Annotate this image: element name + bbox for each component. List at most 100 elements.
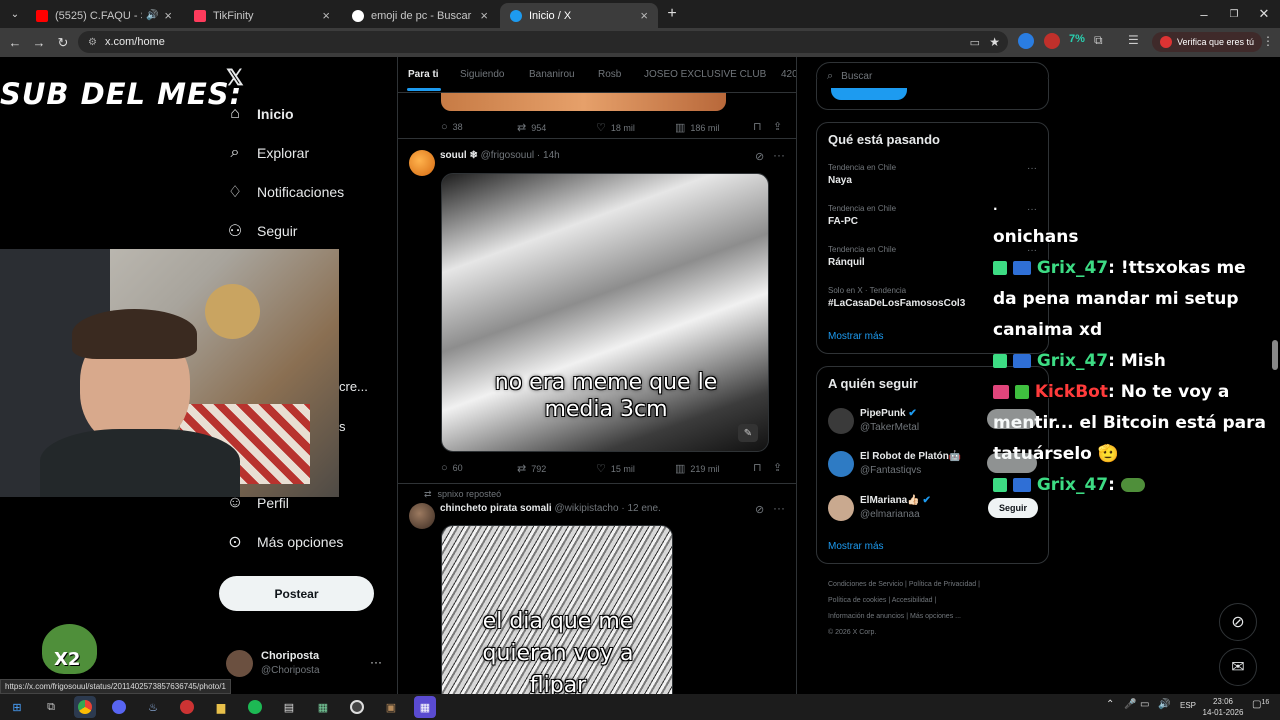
- grok-float-icon[interactable]: ⊘: [1219, 603, 1257, 641]
- forward-icon[interactable]: →: [27, 31, 51, 55]
- trend-more-icon[interactable]: ···: [1027, 163, 1037, 174]
- repost-action[interactable]: ⇄ 792: [517, 462, 546, 475]
- tweet-avatar[interactable]: [409, 503, 435, 529]
- browser-tab-x[interactable]: Inicio / X ×: [500, 3, 658, 28]
- tab-joseo-exclusive-club[interactable]: JOSEO EXCLUSIVE CLUB: [644, 69, 766, 80]
- discord-taskbar-icon[interactable]: [108, 696, 130, 718]
- spotify-taskbar-icon[interactable]: [244, 696, 266, 718]
- like-action[interactable]: ♡ 15 mil: [596, 462, 635, 475]
- repost-note[interactable]: ⇄ spnixo reposteó: [424, 489, 501, 500]
- tweet-time[interactable]: 12 ene.: [627, 503, 660, 514]
- grok-icon[interactable]: ⊘: [755, 503, 764, 516]
- extension-icon[interactable]: [1044, 33, 1060, 49]
- nav-item-seguir[interactable]: ⚇ Seguir: [226, 222, 298, 240]
- account-menu-icon[interactable]: ···: [370, 655, 382, 669]
- follow-avatar[interactable]: [828, 451, 854, 477]
- show-more-link[interactable]: Mostrar más: [828, 541, 884, 552]
- app-taskbar-icon[interactable]: [176, 696, 198, 718]
- tray-chevron-icon[interactable]: ⌃: [1106, 699, 1114, 710]
- views-action[interactable]: ▥ 219 mil: [675, 462, 719, 475]
- extension-icon[interactable]: [1018, 33, 1034, 49]
- repost-action[interactable]: ⇄ 954: [517, 121, 546, 134]
- close-icon[interactable]: ×: [164, 8, 172, 23]
- obs-taskbar-icon[interactable]: [346, 696, 368, 718]
- clock[interactable]: 23:06 14-01-2026: [1202, 696, 1244, 718]
- browser-tab-tikfinity[interactable]: TikFinity ×: [184, 3, 340, 28]
- bookmark-action[interactable]: ⊓: [753, 461, 767, 474]
- follow-name-row[interactable]: ElMariana👍🏻 ✔: [860, 495, 931, 506]
- task-view-icon[interactable]: ⧉: [40, 696, 62, 718]
- extension-icon[interactable]: 7%: [1069, 33, 1085, 45]
- app-taskbar-icon[interactable]: ▦: [312, 696, 334, 718]
- network-icon[interactable]: ▭: [1140, 699, 1149, 710]
- nav-item-mas-opciones[interactable]: ⊙ Más opciones: [226, 533, 343, 551]
- tab-bananirou[interactable]: Bananirou: [529, 69, 575, 80]
- share-action[interactable]: ⇪: [773, 461, 787, 474]
- tweet-author-name[interactable]: chincheto pirata somali: [440, 503, 552, 514]
- steam-taskbar-icon[interactable]: ♨: [142, 696, 164, 718]
- tab-420[interactable]: 420: [781, 69, 796, 80]
- x-logo-icon[interactable]: 𝕏: [226, 65, 244, 91]
- trend-item[interactable]: Tendencia en Chile Ránquil: [828, 245, 896, 268]
- follow-name-row[interactable]: PipePunk ✔: [860, 408, 917, 419]
- edit-image-icon[interactable]: ✎: [738, 424, 758, 442]
- app-taskbar-icon[interactable]: ▦: [414, 696, 436, 718]
- site-info-icon[interactable]: ⚙: [88, 37, 97, 48]
- microphone-icon[interactable]: 🎤: [1124, 699, 1136, 710]
- footer-link[interactable]: Condiciones de Servicio: [828, 581, 903, 588]
- new-tab-icon[interactable]: +: [660, 2, 684, 26]
- footer-link[interactable]: Accesibilidad: [892, 597, 933, 604]
- trend-item[interactable]: Tendencia en Chile FA-PC: [828, 204, 896, 227]
- tweet-more-icon[interactable]: ···: [773, 501, 785, 515]
- tab-search-icon[interactable]: ⌄: [3, 2, 27, 26]
- nav-item-inicio[interactable]: ⌂ Inicio: [226, 105, 293, 123]
- windows-start-icon[interactable]: ⊞: [6, 696, 28, 718]
- nav-item-explorar[interactable]: ⌕ Explorar: [226, 144, 310, 162]
- tab-siguiendo[interactable]: Siguiendo: [460, 69, 504, 80]
- back-icon[interactable]: ←: [3, 31, 27, 55]
- follow-avatar[interactable]: [828, 495, 854, 521]
- close-icon[interactable]: ×: [322, 8, 330, 23]
- address-bar[interactable]: ⚙ x.com/home ▭ ★: [78, 31, 1008, 53]
- trend-item[interactable]: Solo en X · Tendencia #LaCasaDeLosFamoso…: [828, 286, 965, 309]
- scrollbar-thumb[interactable]: [1272, 340, 1278, 370]
- reply-action[interactable]: ○ 38: [441, 121, 463, 133]
- tweet-avatar[interactable]: [409, 150, 435, 176]
- reading-list-icon[interactable]: ☰: [1128, 33, 1139, 47]
- views-action[interactable]: ▥ 186 mil: [675, 121, 719, 134]
- window-close-icon[interactable]: ✕: [1252, 2, 1276, 26]
- tweet-image[interactable]: no era meme que le media 3cm ✎: [441, 173, 769, 452]
- account-avatar[interactable]: [226, 650, 253, 677]
- chrome-taskbar-icon[interactable]: [74, 696, 96, 718]
- messages-float-icon[interactable]: ✉: [1219, 648, 1257, 686]
- tweet-time[interactable]: 14h: [543, 150, 560, 161]
- speaker-icon[interactable]: 🔊: [146, 10, 158, 21]
- follow-button[interactable]: Seguir: [988, 498, 1038, 518]
- share-action[interactable]: ⇪: [773, 120, 787, 133]
- footer-link[interactable]: Más opciones ...: [910, 613, 961, 620]
- tab-para-ti[interactable]: Para ti: [408, 69, 439, 80]
- tweet-author-name[interactable]: souul ❄: [440, 150, 478, 161]
- volume-icon[interactable]: 🔊: [1158, 699, 1170, 710]
- browser-tab-youtube[interactable]: (5525) C.FAQU - SCIROCCO 🔊 ×: [26, 3, 182, 28]
- nav-item-partial[interactable]: s: [339, 419, 346, 434]
- cast-icon[interactable]: ▭: [970, 36, 980, 49]
- tweet-handle[interactable]: @frigosouul: [481, 150, 535, 161]
- tweet-image[interactable]: el dia que me quieran voy a flipar: [441, 525, 673, 694]
- footer-link[interactable]: Política de cookies: [828, 597, 886, 604]
- tab-rosb[interactable]: Rosb: [598, 69, 621, 80]
- tweet-more-icon[interactable]: ···: [773, 148, 785, 162]
- grok-icon[interactable]: ⊘: [755, 150, 764, 163]
- reload-icon[interactable]: ↻: [51, 31, 75, 55]
- nav-item-partial[interactable]: cre...: [339, 379, 368, 394]
- bookmark-action[interactable]: ⊓: [753, 120, 767, 133]
- footer-link[interactable]: Información de anuncios: [828, 613, 904, 620]
- profile-chip[interactable]: Verifica que eres tú: [1152, 32, 1263, 52]
- trend-item[interactable]: Tendencia en Chile Naya: [828, 163, 896, 186]
- restore-icon[interactable]: ❐: [1222, 2, 1246, 26]
- language-indicator[interactable]: ESP: [1180, 701, 1196, 710]
- folder-taskbar-icon[interactable]: ▆: [210, 696, 232, 718]
- reply-action[interactable]: ○ 60: [441, 462, 463, 474]
- subscribe-button[interactable]: [831, 88, 907, 100]
- extensions-puzzle-icon[interactable]: ⧉: [1094, 33, 1103, 48]
